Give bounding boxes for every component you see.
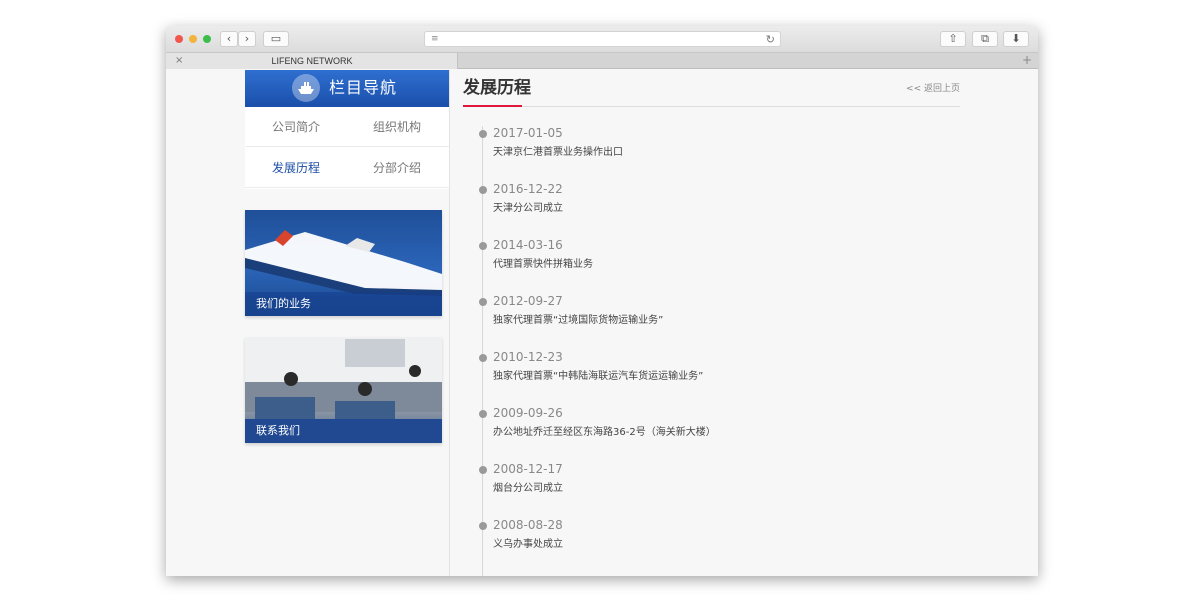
main-panel: 发展历程 << 返回上页 2017-01-05 天津京仁港首票业务操作出口 20… — [463, 70, 960, 576]
browser-toolbar: ‹ › ▭ ≡ ↻ ⇧ ⧉ ⬇ — [166, 26, 1038, 53]
event-desc: 代理首票快件拼箱业务 — [493, 259, 593, 270]
timeline-dot — [479, 354, 487, 362]
timeline-dot — [479, 242, 487, 250]
sidebar-toggle-icon[interactable]: ▭ — [263, 31, 289, 47]
timeline-item: 2017-01-05 天津京仁港首票业务操作出口 — [463, 125, 943, 175]
reader-icon[interactable]: ≡ — [431, 35, 439, 44]
tab-title: LIFENG NETWORK — [271, 56, 353, 66]
timeline-item: 2012-09-27 独家代理首票“过境国际货物运输业务” — [463, 293, 943, 343]
event-date: 2010-12-23 — [493, 350, 563, 364]
address-bar[interactable]: ≡ ↻ — [424, 31, 781, 47]
timeline-item: 2008-08-28 义乌办事处成立 — [463, 517, 943, 567]
timeline-dot — [479, 130, 487, 138]
promo-label: 联系我们 — [245, 419, 442, 443]
back-link[interactable]: << 返回上页 — [906, 83, 960, 95]
page-content: 栏目导航 公司简介 组织机构 发展历程 分部介绍 我们的业务 联系我们 发展历程… — [166, 70, 1038, 576]
title-accent-bar — [463, 105, 522, 107]
reload-icon[interactable]: ↻ — [766, 33, 775, 46]
tab-bar: × LIFENG NETWORK + — [166, 53, 1038, 69]
event-desc: 烟台分公司成立 — [493, 483, 563, 494]
promo-our-business[interactable]: 我们的业务 — [245, 210, 442, 316]
download-icon[interactable]: ⬇ — [1003, 31, 1029, 47]
event-date: 2009-09-26 — [493, 406, 563, 420]
nav-title: 栏目导航 — [329, 78, 398, 97]
page-title: 发展历程 — [463, 78, 531, 98]
sidebar: 栏目导航 公司简介 组织机构 发展历程 分部介绍 我们的业务 联系我们 — [245, 70, 449, 576]
new-tab-icon[interactable]: + — [1022, 53, 1032, 68]
event-desc: 天津分公司成立 — [493, 203, 563, 214]
timeline-dot — [479, 522, 487, 530]
nav-menu: 公司简介 组织机构 发展历程 分部介绍 — [245, 107, 449, 189]
nav-item-company-intro[interactable]: 公司简介 — [251, 119, 341, 135]
event-desc: 独家代理首票“过境国际货物运输业务” — [493, 315, 664, 326]
event-date: 2012-09-27 — [493, 294, 563, 308]
event-desc: 天津京仁港首票业务操作出口 — [493, 147, 623, 158]
event-date: 2016-12-22 — [493, 182, 563, 196]
timeline-dot — [479, 410, 487, 418]
forward-button[interactable]: › — [238, 31, 256, 47]
event-desc: 独家代理首票“中韩陆海联运汽车货运运输业务” — [493, 371, 704, 382]
column-divider — [449, 70, 450, 576]
timeline-item: 2010-12-23 独家代理首票“中韩陆海联运汽车货运运输业务” — [463, 349, 943, 399]
minimize-window-button[interactable] — [189, 35, 197, 43]
back-button[interactable]: ‹ — [220, 31, 238, 47]
nav-row: 发展历程 分部介绍 — [245, 148, 449, 188]
event-date: 2008-08-28 — [493, 518, 563, 532]
timeline-item: 2016-12-22 天津分公司成立 — [463, 181, 943, 231]
timeline-dot — [479, 466, 487, 474]
timeline-dot — [479, 186, 487, 194]
event-date: 2014-03-16 — [493, 238, 563, 252]
timeline-item: 2009-09-26 办公地址乔迁至经区东海路36-2号（海关新大楼） — [463, 405, 943, 455]
nav-item-branches[interactable]: 分部介绍 — [352, 160, 442, 176]
nav-item-history[interactable]: 发展历程 — [251, 160, 341, 176]
tab-active[interactable]: × LIFENG NETWORK — [166, 53, 458, 69]
ship-icon — [292, 74, 320, 102]
timeline-dot — [479, 298, 487, 306]
tabs-overview-icon[interactable]: ⧉ — [972, 31, 998, 47]
timeline-item: 2014-03-16 代理首票快件拼箱业务 — [463, 237, 943, 287]
event-date: 2008-12-17 — [493, 462, 563, 476]
nav-header: 栏目导航 — [245, 70, 449, 107]
zoom-window-button[interactable] — [203, 35, 211, 43]
promo-contact-us[interactable]: 联系我们 — [245, 337, 442, 443]
share-icon[interactable]: ⇧ — [940, 31, 966, 47]
browser-window: ‹ › ▭ ≡ ↻ ⇧ ⧉ ⬇ × LIFENG NETWORK + 栏目导航 … — [166, 26, 1038, 576]
promo-label: 我们的业务 — [245, 292, 442, 316]
timeline-item: 2008-12-17 烟台分公司成立 — [463, 461, 943, 511]
event-date: 2017-01-05 — [493, 126, 563, 140]
close-window-button[interactable] — [175, 35, 183, 43]
title-divider — [463, 106, 960, 107]
nav-item-organization[interactable]: 组织机构 — [352, 119, 442, 135]
event-desc: 义乌办事处成立 — [493, 539, 563, 550]
event-desc: 办公地址乔迁至经区东海路36-2号（海关新大楼） — [493, 427, 716, 438]
nav-row: 公司简介 组织机构 — [245, 107, 449, 147]
